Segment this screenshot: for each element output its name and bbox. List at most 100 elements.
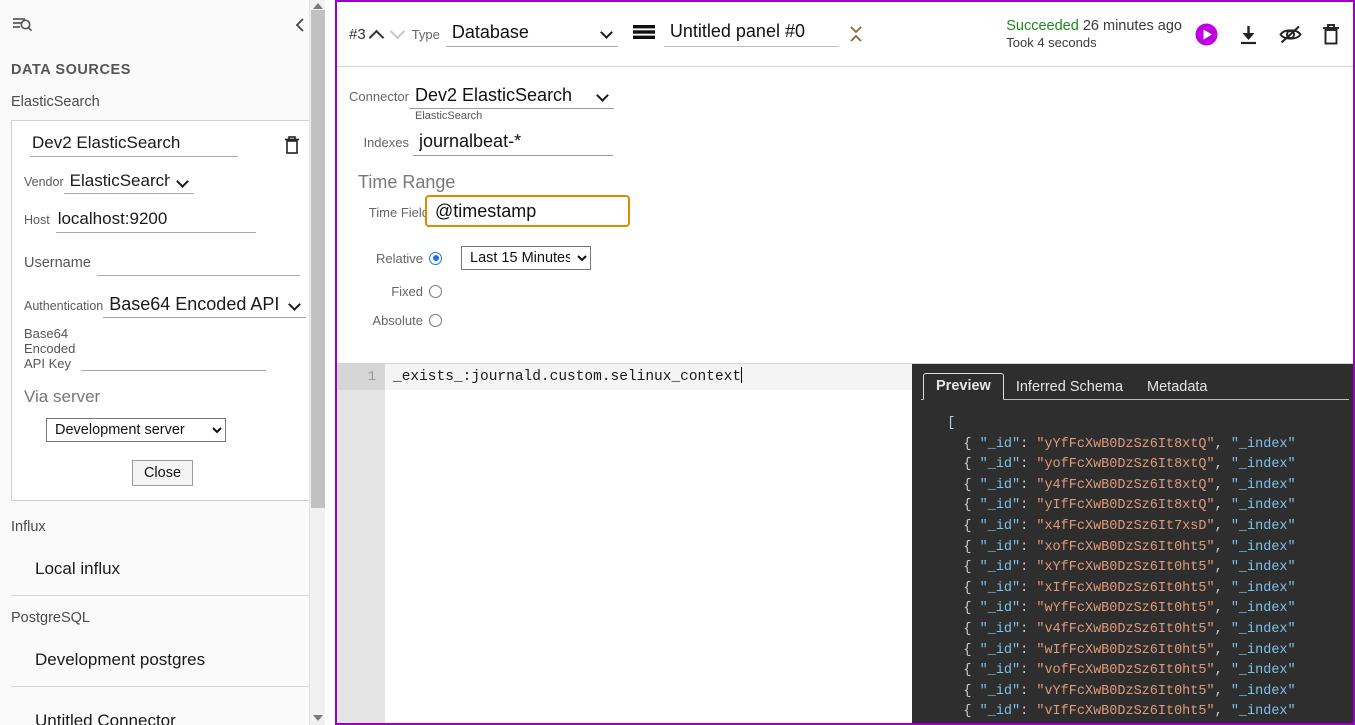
connector-select-wrap: Dev2 ElasticSearch <box>409 85 614 109</box>
type-select-wrap: Database <box>445 21 618 47</box>
step-number: #3 <box>349 25 366 43</box>
trash-icon[interactable] <box>283 132 301 155</box>
chevron-left-icon[interactable] <box>291 15 311 35</box>
status-line: Succeeded 26 minutes ago <box>1006 18 1182 34</box>
sidebar-header <box>0 0 325 50</box>
status-duration: Took 4 seconds <box>1006 35 1097 50</box>
group-label-influx: Influx <box>11 519 46 535</box>
time-field-label: Time Field <box>368 205 429 220</box>
authentication-label: Authentication <box>24 299 104 313</box>
panel-toolbar: #3 Type Database Untitled panel #0 Succe… <box>337 2 1355 67</box>
host-label: Host <box>24 213 50 227</box>
authentication-select-wrap: Base64 Encoded API Key <box>103 294 307 318</box>
group-label-postgresql: PostgreSQL <box>11 610 90 626</box>
fixed-radio[interactable] <box>429 285 442 298</box>
indexes-input[interactable] <box>413 131 613 156</box>
group-label-elasticsearch: ElasticSearch <box>11 94 100 110</box>
apikey-input[interactable] <box>81 349 267 371</box>
time-field-row: Time Field <box>347 195 1355 227</box>
vendor-row: Vendor ElasticSearch <box>24 171 301 194</box>
apikey-label-l3: API Key <box>24 356 71 371</box>
connector-label: Connector <box>349 89 409 104</box>
fixed-row: Fixed <box>347 284 1355 299</box>
username-input[interactable] <box>96 251 300 276</box>
preview-panel: Preview Inferred Schema Metadata [ { "_i… <box>912 364 1355 723</box>
absolute-radio[interactable] <box>429 314 442 327</box>
absolute-label: Absolute <box>372 313 423 328</box>
relative-label: Relative <box>376 250 423 266</box>
time-field-input-wrap <box>425 195 630 227</box>
connector-subtype: ElasticSearch <box>415 110 483 122</box>
editor-query-text[interactable]: _exists_:journald.custom.selinux_context <box>393 364 743 390</box>
query-form: Connector Dev2 ElasticSearch ElasticSear… <box>337 67 1355 363</box>
authentication-row: Authentication Base64 Encoded API Key <box>24 294 307 318</box>
type-label: Type <box>411 26 440 42</box>
datasource-card-header <box>24 132 301 157</box>
absolute-row: Absolute <box>347 313 1355 328</box>
panel-title-input[interactable] <box>663 21 839 47</box>
vendor-select[interactable]: ElasticSearch <box>63 171 194 194</box>
query-editor[interactable]: 1 _exists_:journald.custom.selinux_conte… <box>337 364 912 723</box>
play-icon[interactable] <box>1194 22 1219 47</box>
time-range-title: Time Range <box>358 172 456 192</box>
fixed-label: Fixed <box>391 284 423 299</box>
host-input[interactable] <box>55 208 256 233</box>
eye-off-icon[interactable] <box>1278 23 1303 46</box>
apikey-label: Base64 Encoded API Key <box>24 326 75 371</box>
indexes-label: Indexes <box>363 135 409 150</box>
connector-select[interactable]: Dev2 ElasticSearch <box>409 85 614 109</box>
hamburger-icon[interactable] <box>632 22 656 47</box>
editor-gutter: 1 <box>337 364 385 723</box>
authentication-select[interactable]: Base64 Encoded API Key <box>103 294 307 318</box>
sidebar-title: DATA SOURCES <box>11 62 131 78</box>
close-button[interactable]: Close <box>131 460 194 486</box>
sidebar-item-untitled-connector[interactable]: Untitled Connector <box>11 687 314 725</box>
trash-icon[interactable] <box>1321 23 1341 46</box>
connector-row: Connector Dev2 ElasticSearch <box>347 85 1355 109</box>
tab-metadata[interactable]: Metadata <box>1135 375 1219 400</box>
sidebar-scrollbar[interactable] <box>309 0 325 725</box>
query-string: _exists_:journald.custom.selinux_context <box>393 369 742 385</box>
indexes-row: Indexes <box>347 131 1355 156</box>
type-select[interactable]: Database <box>445 21 618 47</box>
tab-preview[interactable]: Preview <box>923 373 1004 400</box>
chevron-up-icon[interactable] <box>368 29 384 45</box>
status-state: Succeeded <box>1006 18 1079 34</box>
search-list-icon[interactable] <box>10 13 34 37</box>
chevron-down-icon[interactable] <box>389 23 405 39</box>
apikey-label-l2: Encoded <box>24 341 76 356</box>
app-root: DATA SOURCES ElasticSearch Vendor Elast <box>0 0 1355 725</box>
time-field-input[interactable] <box>433 199 628 223</box>
sidebar: DATA SOURCES ElasticSearch Vendor Elast <box>0 0 325 725</box>
scroll-down-arrow-icon[interactable] <box>313 715 323 721</box>
run-status: Succeeded 26 minutes ago Took 4 seconds <box>1006 18 1190 50</box>
toolbar-actions <box>1190 22 1341 47</box>
via-server-label: Via server <box>24 387 101 406</box>
line-number: 1 <box>337 364 385 390</box>
via-server-select[interactable]: Development server <box>46 418 226 442</box>
vendor-label: Vendor <box>24 175 64 189</box>
status-when: 26 minutes ago <box>1082 18 1182 34</box>
bottom-split: 1 _exists_:journald.custom.selinux_conte… <box>337 364 1355 723</box>
datasource-name-input[interactable] <box>30 132 238 157</box>
preview-json: [ { "_id": "yYfFcXwB0DzSz6It8xtQ", "_ind… <box>947 416 1296 720</box>
username-label: Username <box>24 255 91 271</box>
tab-inferred-schema[interactable]: Inferred Schema <box>1004 375 1135 400</box>
collapse-expand-icon[interactable] <box>847 21 865 47</box>
preview-tabs: Preview Inferred Schema Metadata <box>913 364 1355 400</box>
sidebar-scrollbar-thumb[interactable] <box>311 10 325 508</box>
sidebar-item-development-postgres[interactable]: Development postgres <box>11 634 314 687</box>
panel-main: #3 Type Database Untitled panel #0 Succe… <box>335 0 1355 725</box>
scroll-up-arrow-icon[interactable] <box>313 3 323 9</box>
sidebar-item-local-influx[interactable]: Local influx <box>11 543 314 596</box>
download-icon[interactable] <box>1237 23 1260 46</box>
relative-row: Relative Last 15 Minutes <box>347 246 1355 270</box>
host-row: Host <box>24 208 301 233</box>
apikey-row: Base64 Encoded API Key <box>24 326 301 371</box>
text-caret <box>741 367 743 383</box>
relative-range-select[interactable]: Last 15 Minutes <box>461 246 591 270</box>
relative-radio[interactable] <box>429 251 442 265</box>
username-row: Username <box>24 251 301 276</box>
datasource-card-elasticsearch: Vendor ElasticSearch Host Username Authe… <box>11 120 314 501</box>
apikey-label-l1: Base64 <box>24 326 69 341</box>
